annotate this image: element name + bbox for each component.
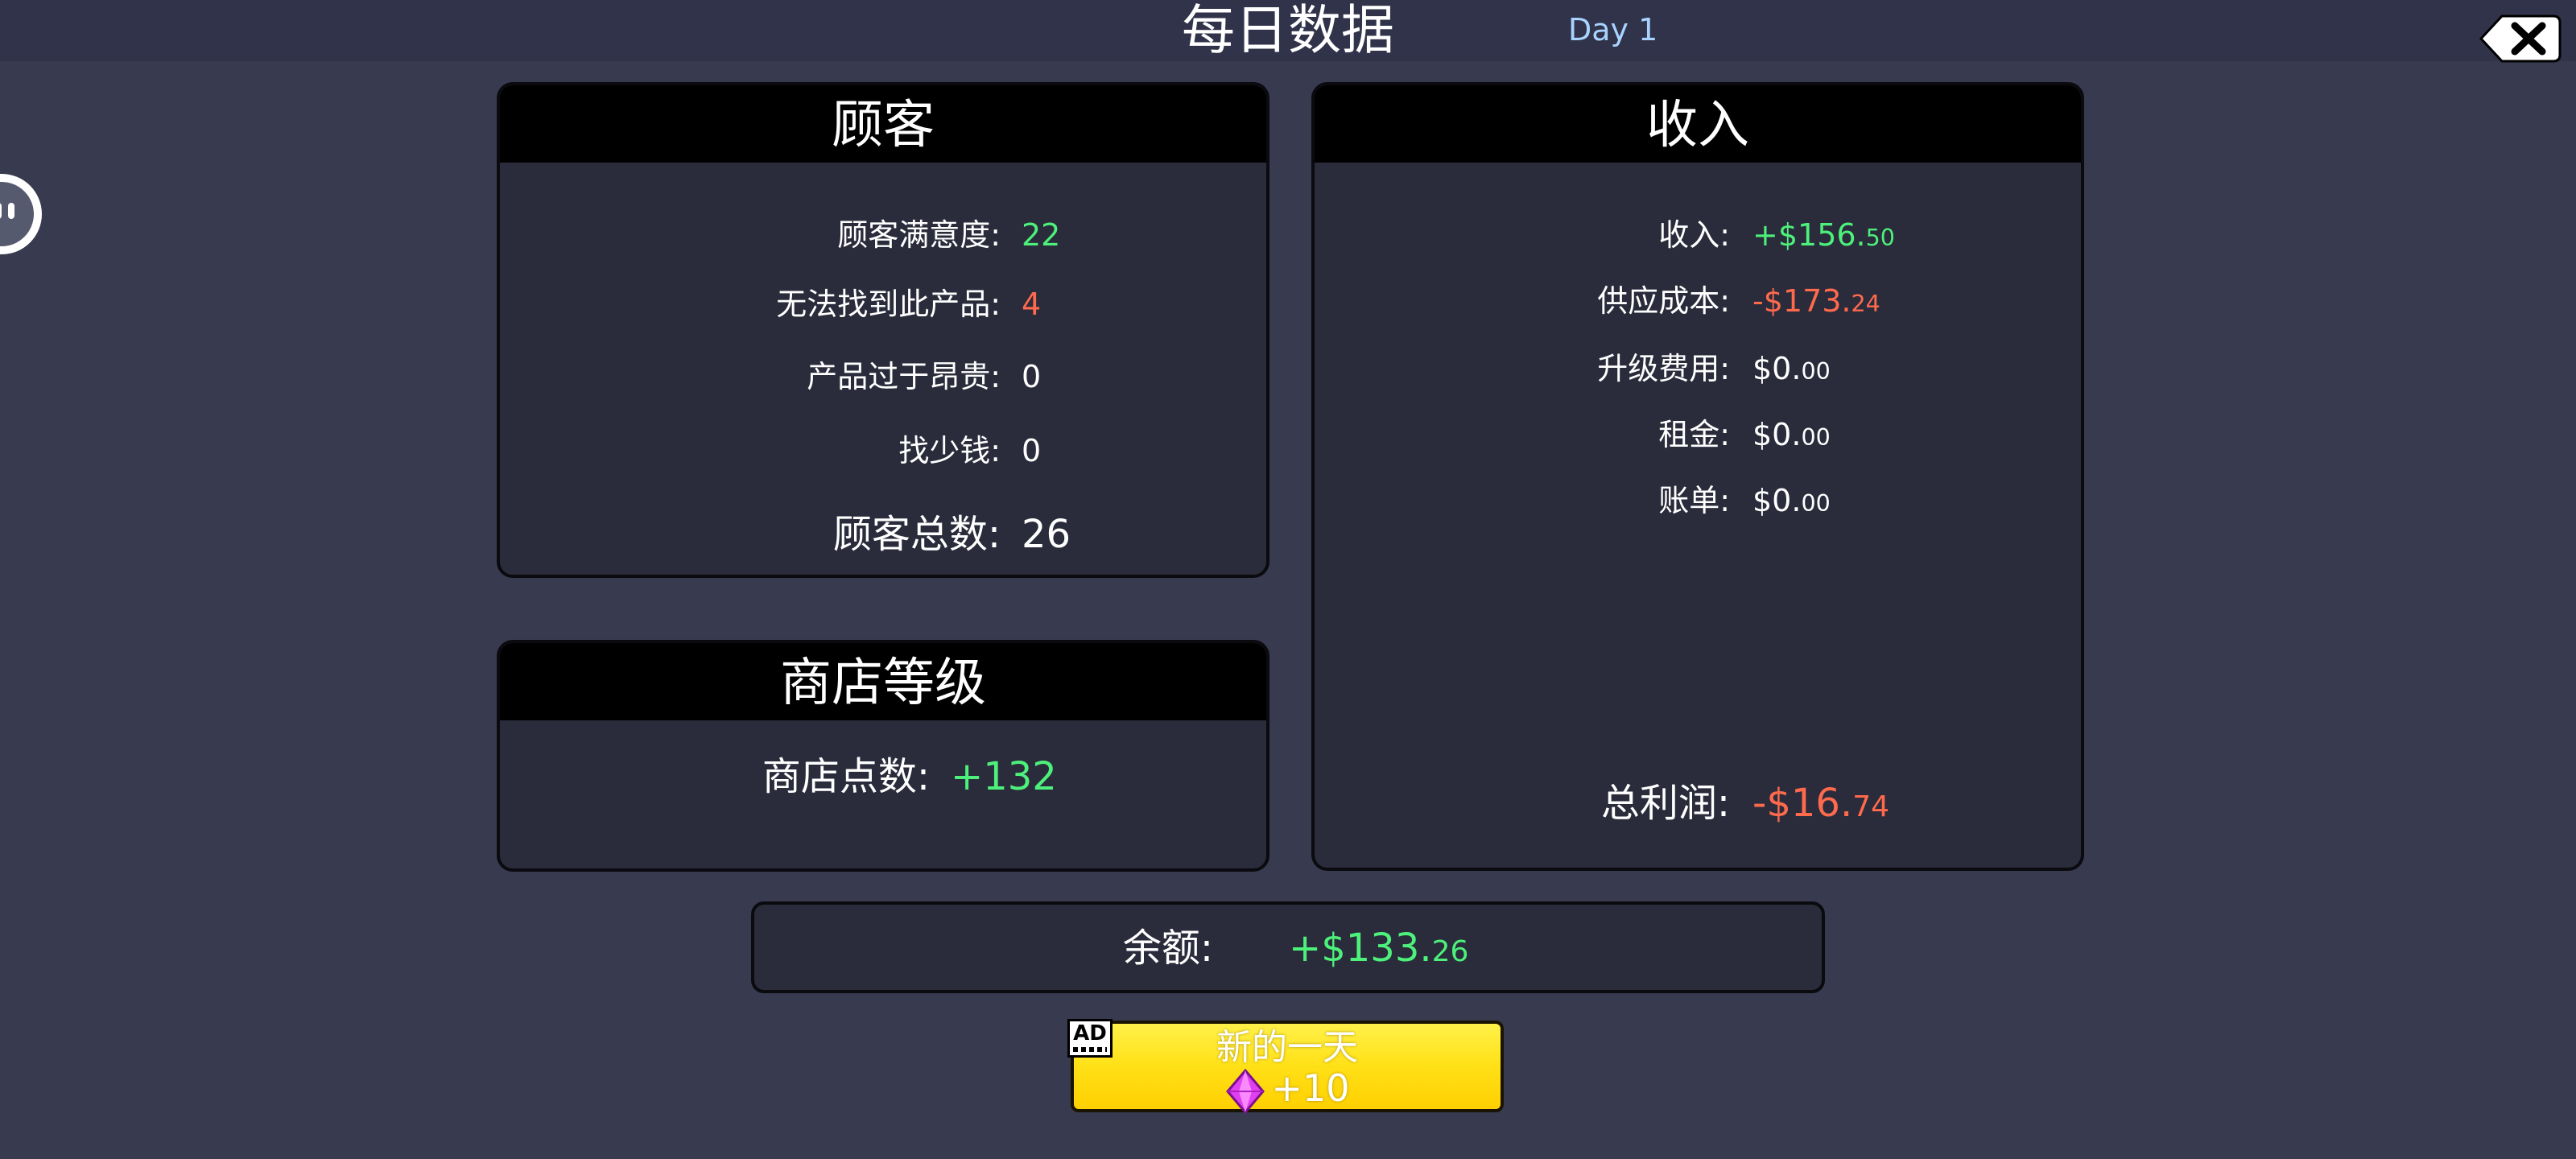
bills-value: $0.00 <box>1752 483 1831 518</box>
balance-value: +$133.26 <box>1289 926 1469 971</box>
too-expensive-row: 产品过于昂贵: 0 <box>500 353 1266 401</box>
supply-cost-value: -$173.24 <box>1752 283 1880 319</box>
customer-satisfaction-value: 22 <box>1022 217 1061 253</box>
customers-panel: 顾客 顾客满意度: 22 无法找到此产品: 4 产品过于昂贵: 0 找少钱: 0… <box>497 82 1269 578</box>
income-value: +$156.50 <box>1752 217 1895 253</box>
too-expensive-value: 0 <box>1022 359 1042 394</box>
ad-badge-text: AD <box>1073 1021 1107 1046</box>
side-menu-handle[interactable] <box>0 171 45 258</box>
row-label: 总利润: <box>1600 781 1730 826</box>
page-title: 每日数据 <box>1182 0 1394 61</box>
gem-icon <box>1226 1068 1265 1114</box>
customers-panel-title: 顾客 <box>500 85 1266 163</box>
wrong-change-row: 找少钱: 0 <box>500 427 1266 475</box>
total-customers-row: 顾客总数: 26 <box>500 510 1266 559</box>
store-points-value: +132 <box>951 754 1057 799</box>
face-icon <box>0 174 42 254</box>
gem-reward-amount: +10 <box>1271 1066 1350 1110</box>
product-not-found-value: 4 <box>1022 287 1042 322</box>
store-points-row: 商店点数: +132 <box>500 753 1266 801</box>
income-row: 收入: +$156.50 <box>1315 211 2081 259</box>
gem-reward: +10 <box>1074 1066 1501 1114</box>
income-panel-title: 收入 <box>1315 85 2081 163</box>
total-customers-value: 26 <box>1022 512 1071 557</box>
product-not-found-row: 无法找到此产品: 4 <box>500 280 1266 328</box>
row-label: 找少钱: <box>898 433 1001 468</box>
wrong-change-value: 0 <box>1022 433 1042 468</box>
bills-row: 账单: $0.00 <box>1315 476 2081 525</box>
rent-value: $0.00 <box>1752 417 1831 452</box>
balance-panel: 余额: +$133.26 <box>751 901 1825 993</box>
upgrade-cost-value: $0.00 <box>1752 351 1831 386</box>
row-label: 无法找到此产品: <box>776 287 1001 322</box>
new-day-label: 新的一天 <box>1216 1027 1358 1068</box>
ad-badge-film <box>1073 1047 1107 1052</box>
row-label: 升级费用: <box>1597 351 1730 386</box>
customer-satisfaction-row: 顾客满意度: 22 <box>500 211 1266 259</box>
store-level-panel: 商店等级 商店点数: +132 <box>497 640 1269 872</box>
row-label: 收入: <box>1658 217 1730 253</box>
income-panel: 收入 收入: +$156.50 供应成本: -$173.24 升级费用: $0.… <box>1311 82 2084 871</box>
upgrade-cost-row: 升级费用: $0.00 <box>1315 344 2081 393</box>
total-profit-value: -$16.74 <box>1752 781 1890 826</box>
row-label: 余额: <box>1122 926 1213 971</box>
row-label: 顾客满意度: <box>837 217 1001 253</box>
row-label: 商店点数: <box>762 754 930 799</box>
total-profit-row: 总利润: -$16.74 <box>1315 779 2081 827</box>
ad-badge-icon: AD <box>1067 1019 1113 1058</box>
rent-row: 租金: $0.00 <box>1315 410 2081 459</box>
store-level-panel-title: 商店等级 <box>500 643 1266 720</box>
row-label: 产品过于昂贵: <box>807 359 1001 394</box>
row-label: 供应成本: <box>1597 283 1730 319</box>
balance-row: 余额: +$133.26 <box>754 924 1822 972</box>
row-label: 账单: <box>1658 483 1730 518</box>
supply-cost-row: 供应成本: -$173.24 <box>1315 277 2081 325</box>
row-label: 顾客总数: <box>832 512 1001 557</box>
new-day-button[interactable]: 新的一天 +10 <box>1071 1021 1504 1114</box>
row-label: 租金: <box>1658 417 1730 452</box>
close-button[interactable] <box>2479 14 2562 63</box>
close-icon <box>2479 14 2562 63</box>
day-label: Day 1 <box>1568 12 1658 47</box>
daily-stats-screen: 每日数据 Day 1 顾客 顾客满意度: 22 无法找到此产品: 4 产品过于昂… <box>0 0 2576 1159</box>
